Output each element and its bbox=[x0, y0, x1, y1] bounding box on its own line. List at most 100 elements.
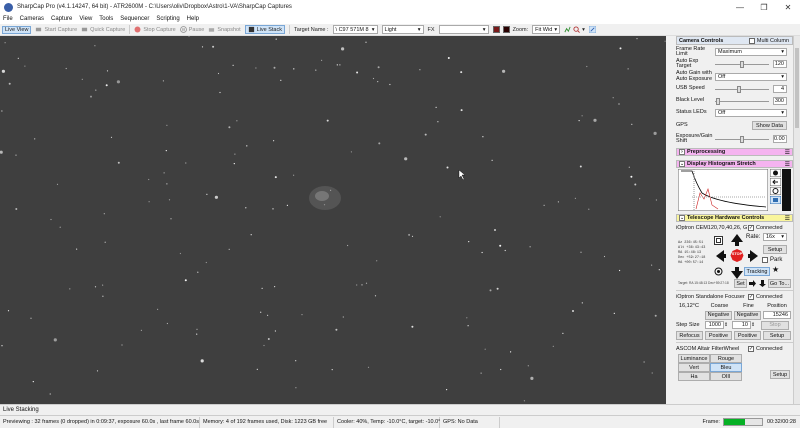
pause-button[interactable]: Pause bbox=[179, 26, 204, 33]
telescope-header[interactable]: ⌄ Telescope Hardware Controls ☰ bbox=[676, 214, 793, 222]
menu-file[interactable]: File bbox=[3, 16, 13, 22]
color-swatch-red[interactable] bbox=[492, 26, 500, 33]
slider-thumb[interactable] bbox=[740, 61, 744, 68]
exposure-gain-input[interactable]: 0.00 bbox=[773, 135, 787, 143]
auto-gain-select[interactable]: Off ▾ bbox=[715, 72, 787, 81]
multi-column-checkbox[interactable] bbox=[748, 37, 755, 44]
menu-view[interactable]: View bbox=[79, 16, 92, 22]
refocus-button[interactable]: Refocus bbox=[676, 331, 703, 340]
menu-help[interactable]: Help bbox=[187, 16, 199, 22]
filter-ha-button[interactable]: Ha bbox=[678, 372, 710, 381]
menu-icon[interactable]: ☰ bbox=[785, 161, 790, 168]
slider-thumb[interactable] bbox=[716, 98, 720, 105]
collapse-icon[interactable]: ⌄ bbox=[679, 215, 685, 221]
live-stacking-tab[interactable]: Live Stacking bbox=[0, 404, 800, 415]
set-button[interactable]: Set bbox=[734, 279, 747, 288]
expand-icon[interactable]: › bbox=[679, 149, 685, 155]
menu-icon[interactable]: ☰ bbox=[785, 149, 790, 156]
fx-select[interactable]: ▾ bbox=[438, 25, 489, 34]
live-view-button[interactable]: Live View bbox=[2, 25, 32, 34]
checkbox-checked[interactable]: ✓ bbox=[748, 346, 754, 352]
arrow-down-small-icon[interactable] bbox=[758, 279, 767, 288]
snapshot-button[interactable]: Snapshot bbox=[208, 26, 241, 33]
start-capture-button[interactable]: Start Capture bbox=[35, 26, 77, 33]
target-name-input[interactable]: \ C97 571M 8 ▾ bbox=[332, 25, 378, 34]
minimize-button[interactable]: — bbox=[728, 0, 752, 14]
mount-select[interactable]: iOptron CEM120,70,40,26, G bbox=[676, 225, 748, 231]
menu-icon[interactable]: ☰ bbox=[785, 215, 790, 222]
black-level-slider[interactable] bbox=[715, 97, 769, 105]
coarse-step-input[interactable]: 1000 bbox=[705, 321, 724, 329]
park-checkbox[interactable] bbox=[762, 257, 768, 263]
tracking-button[interactable]: Tracking bbox=[744, 267, 770, 276]
arrow-right-small-icon[interactable] bbox=[748, 279, 757, 288]
filter-rouge-button[interactable]: Rouge bbox=[710, 354, 742, 363]
auto-stretch-icon[interactable] bbox=[770, 169, 781, 177]
link-icon[interactable] bbox=[770, 178, 781, 186]
reset-icon[interactable] bbox=[770, 187, 781, 195]
filter-luminance-button[interactable]: Luminance bbox=[678, 354, 710, 363]
mount-connected-toggle[interactable]: ✓ Connected bbox=[748, 225, 783, 231]
menu-sequencer[interactable]: Sequencer bbox=[120, 16, 149, 22]
checkbox-checked[interactable]: ✓ bbox=[748, 293, 754, 300]
arrow-down-icon[interactable] bbox=[731, 267, 743, 279]
live-stack-button[interactable]: Live Stack bbox=[244, 25, 285, 34]
frame-type-select[interactable]: Light ▾ bbox=[381, 25, 424, 34]
collapse-icon[interactable]: ⌄ bbox=[679, 161, 685, 167]
status-leds-select[interactable]: Off ▾ bbox=[715, 109, 787, 117]
histogram-icon[interactable] bbox=[564, 26, 571, 33]
filter-vert-button[interactable]: Vert bbox=[678, 363, 710, 372]
arrow-right-icon[interactable] bbox=[748, 250, 758, 262]
color-swatch-dark[interactable] bbox=[502, 26, 510, 33]
zoom-select[interactable]: Fit Wid ▾ bbox=[532, 25, 561, 34]
filterwheel-setup-button[interactable]: Setup bbox=[770, 370, 790, 379]
save-icon[interactable] bbox=[770, 196, 781, 204]
fine-positive-button[interactable]: Positive bbox=[734, 331, 761, 340]
spinner-icon[interactable]: ⇕ bbox=[751, 322, 761, 328]
coarse-positive-button[interactable]: Positive bbox=[705, 331, 732, 340]
menu-tools[interactable]: Tools bbox=[99, 16, 113, 22]
filter-bleu-button[interactable]: Bleu bbox=[710, 363, 742, 372]
focuser-select[interactable]: iOptron Standalone Focuser bbox=[676, 294, 748, 300]
usb-speed-input[interactable]: 4 bbox=[773, 85, 787, 93]
mount-setup-button[interactable]: Setup bbox=[763, 245, 787, 254]
usb-speed-slider[interactable] bbox=[715, 85, 769, 93]
focuser-connected-toggle[interactable]: ✓ Connected bbox=[748, 293, 783, 300]
focuser-stop-button[interactable]: Stop bbox=[761, 320, 789, 330]
park-toggle[interactable]: Park bbox=[762, 257, 782, 263]
stop-capture-button[interactable]: Stop Capture bbox=[134, 26, 176, 33]
home-icon[interactable] bbox=[714, 236, 723, 245]
chevron-down-icon[interactable]: ▾ bbox=[582, 27, 585, 33]
filterwheel-connected-toggle[interactable]: ✓ Connected bbox=[748, 346, 783, 352]
show-data-button[interactable]: Show Data bbox=[752, 121, 787, 130]
auto-exp-target-input[interactable]: 120 bbox=[773, 60, 787, 68]
histogram-header[interactable]: ⌄ Display Histogram Stretch ☰ bbox=[676, 160, 793, 168]
pen-icon[interactable] bbox=[588, 26, 596, 33]
position-input[interactable]: 15246 bbox=[763, 311, 791, 319]
exposure-gain-slider[interactable] bbox=[715, 135, 769, 143]
magnifier-icon[interactable] bbox=[573, 26, 581, 33]
menu-capture[interactable]: Capture bbox=[51, 16, 72, 22]
frame-rate-select[interactable]: Maximum ▾ bbox=[715, 48, 787, 56]
fine-negative-button[interactable]: Negative bbox=[734, 310, 761, 320]
rate-select[interactable]: 16x ▾ bbox=[763, 233, 787, 241]
spinner-icon[interactable]: ⇕ bbox=[724, 322, 732, 328]
focuser-setup-button[interactable]: Setup bbox=[763, 331, 791, 340]
panel-scrollbar[interactable] bbox=[793, 36, 800, 404]
close-button[interactable]: ✕ bbox=[776, 0, 800, 14]
checkbox-checked[interactable]: ✓ bbox=[748, 225, 754, 231]
menu-cameras[interactable]: Cameras bbox=[20, 16, 44, 22]
auto-exp-target-slider[interactable] bbox=[715, 60, 769, 68]
slider-thumb[interactable] bbox=[740, 136, 744, 143]
menu-scripting[interactable]: Scripting bbox=[156, 16, 179, 22]
live-image-view[interactable] bbox=[0, 36, 666, 404]
multi-column-toggle[interactable]: Multi Column bbox=[748, 37, 789, 44]
scrollbar-thumb[interactable] bbox=[795, 48, 799, 128]
star-icon[interactable]: ★ bbox=[772, 265, 779, 274]
target-icon[interactable] bbox=[714, 267, 723, 276]
arrow-left-icon[interactable] bbox=[716, 250, 726, 262]
arrow-up-icon[interactable] bbox=[731, 234, 743, 246]
maximize-button[interactable]: ❐ bbox=[752, 0, 776, 14]
quick-capture-button[interactable]: Quick Capture bbox=[81, 26, 125, 33]
preprocessing-header[interactable]: › Preprocessing ☰ bbox=[676, 148, 793, 156]
